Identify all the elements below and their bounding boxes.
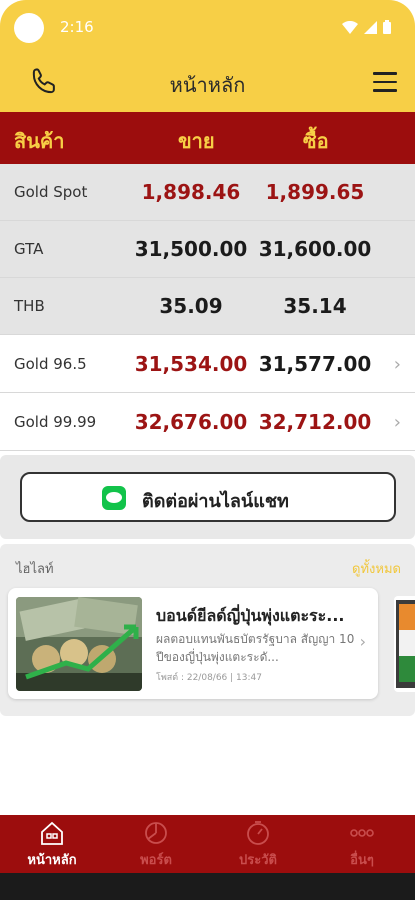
chevron-right-icon: › [393,412,401,433]
price-row-gold-99-99[interactable]: Gold 99.99 32,676.00 32,712.00 › [0,394,415,451]
nav-home-label: หน้าหลัก [27,853,77,868]
wifi-icon [342,20,358,34]
row-name: GTA [14,240,44,258]
row-buy-price: 32,712.00 [258,410,372,434]
row-sell-price: 32,676.00 [134,410,248,434]
line-chat-label: ติดต่อผ่านไลน์แชท [142,491,289,512]
see-all-link[interactable]: ดูทั้งหมด [352,558,401,579]
nav-portfolio-label: พอร์ต [140,853,172,868]
price-row-gold-spot: Gold Spot 1,898.46 1,899.65 [0,164,415,221]
news-description: ผลตอบแทนพันธบัตรรัฐบาล สัญญา 10 ปีของญี่… [156,632,355,664]
row-name: Gold 96.5 [14,355,87,373]
news-headline: บอนด์ยีลด์ญี่ปุ่นพุ่งแตะระ... [156,606,345,625]
status-icons [342,20,391,34]
row-buy-price: 31,577.00 [258,352,372,376]
chevron-right-icon: › [393,354,401,375]
column-sell: ขาย [178,129,215,153]
row-buy-price: 31,600.00 [258,237,372,261]
highlight-title: ไฮไลท์ [16,562,54,577]
nav-history-label: ประวัติ [239,853,277,868]
portfolio-icon [145,822,167,844]
home-icon [41,821,63,845]
line-chat-button[interactable]: ติดต่อผ่านไลน์แชท [20,472,396,522]
system-nav-bar [0,873,415,900]
row-name: THB [14,297,45,315]
price-row-gold-96-5[interactable]: Gold 96.5 31,534.00 31,577.00 › [0,336,415,393]
signal-icon [364,20,377,34]
status-time: 2:16 [60,18,94,36]
hamburger-menu-icon[interactable] [373,72,397,92]
price-table-header: สินค้า ขาย ซื้อ [0,112,415,164]
more-icon [350,829,374,837]
price-row-gta: GTA 31,500.00 31,600.00 [0,221,415,278]
nav-more[interactable]: อื่นๆ [312,819,412,870]
page-title: หน้าหลัก [169,73,246,97]
line-chat-section: ติดต่อผ่านไลน์แชท [0,455,415,539]
nav-portfolio[interactable]: พอร์ต [106,819,206,870]
price-row-thb: THB 35.09 35.14 [0,278,415,335]
row-buy-price: 35.14 [283,294,347,318]
history-icon [247,821,269,845]
news-thumbnail [16,597,142,691]
app-header: 2:16 หน้าหลัก [0,0,415,112]
news-card[interactable]: บอนด์ยีลด์ญี่ปุ่นพุ่งแตะระ... ผลตอบแทนพั… [8,588,378,699]
news-date: โพสต์ : 22/08/66 | 13:47 [156,673,262,683]
row-sell-price: 35.09 [159,294,223,318]
row-sell-price: 31,534.00 [134,352,248,376]
nav-more-label: อื่นๆ [350,853,374,868]
highlight-section: ไฮไลท์ ดูทั้งหมด บอนด์ยีลด์ญี่ปุ่นพุ่งแต… [0,544,415,716]
row-sell-price: 31,500.00 [134,237,248,261]
nav-home[interactable]: หน้าหลัก [2,819,102,870]
chevron-right-icon: › [359,632,366,651]
line-app-icon [102,486,126,510]
bottom-navigation: หน้าหลัก พอร์ต ประวัติ อื่นๆ [0,815,415,873]
battery-icon [383,20,391,34]
column-buy: ซื้อ [303,129,329,153]
row-name: Gold 99.99 [14,413,97,431]
nav-history[interactable]: ประวัติ [208,819,308,870]
news-card-next[interactable] [394,596,415,692]
camera-cutout [14,13,44,43]
column-product: สินค้า [14,129,65,153]
row-buy-price: 1,899.65 [265,180,365,204]
row-sell-price: 1,898.46 [141,180,241,204]
row-name: Gold Spot [14,183,88,201]
